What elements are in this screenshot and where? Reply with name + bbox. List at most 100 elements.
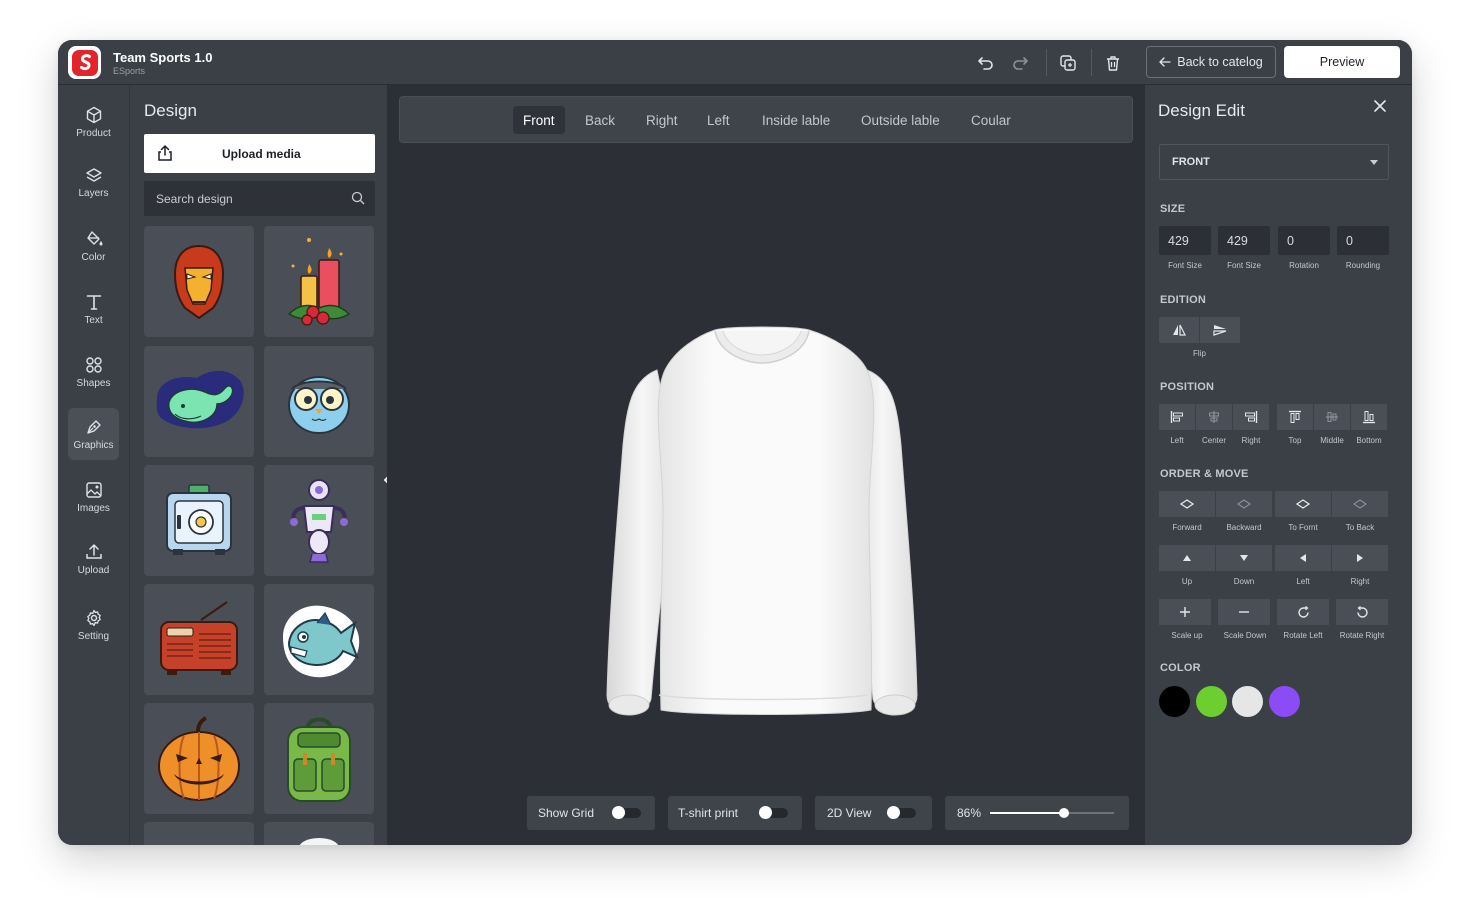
nav-text[interactable]: Text [68,283,119,335]
safe-icon [166,483,232,555]
tshirt-print-control[interactable]: T-shirt print [668,796,802,830]
back-to-catalog-button[interactable]: Back to catelog [1146,46,1276,78]
graphic-piranha-fish[interactable] [264,584,374,695]
rotation-field[interactable]: 0 [1278,226,1330,255]
backpack-icon [287,717,351,802]
nav-setting[interactable]: Setting [68,599,119,651]
graphic-safe[interactable] [144,465,254,576]
scale-up-button[interactable] [1159,599,1211,625]
zoom-slider-handle[interactable] [1059,808,1070,818]
position-caption: Top [1288,436,1302,445]
show-grid-control[interactable]: Show Grid [527,796,655,830]
side-select[interactable]: FRONT [1159,144,1389,180]
search-icon [351,191,365,205]
nav-layers[interactable]: Layers [68,156,119,208]
tab-right[interactable]: Right [636,106,688,134]
graphic-backpack[interactable] [264,703,374,814]
forward-button[interactable] [1159,491,1215,517]
graphic-owl[interactable] [264,346,374,457]
size-caption: Font Size [1168,261,1202,270]
pen-icon [86,419,101,434]
size-field[interactable]: 429 [1218,226,1270,255]
upload-icon [158,144,172,161]
graphic-radio[interactable] [144,584,254,695]
design-panel: Design Upload media Search design [129,85,387,845]
align-right-button[interactable] [1233,404,1269,430]
nav-graphics[interactable]: Graphics [68,408,119,460]
graphic-partial[interactable] [264,822,374,845]
color-swatch-purple[interactable] [1269,686,1300,717]
graphic-whale[interactable] [144,346,254,457]
christmas-candles-icon [287,237,351,326]
graphic-christmas-candles[interactable] [264,226,374,337]
nav-upload[interactable]: Upload [68,533,119,585]
search-design-input[interactable]: Search design [144,181,375,216]
to-back-button[interactable] [1332,491,1388,517]
undo-icon[interactable] [975,52,997,74]
align-bottom-icon [1363,411,1375,424]
position-caption: Center [1201,436,1226,445]
zoom-slider-track[interactable] [990,808,1114,818]
rotate-right-button[interactable] [1336,599,1388,625]
color-swatch-black[interactable] [1159,686,1190,717]
tshirt-print-toggle[interactable] [759,806,788,819]
flip-horizontal-icon [1173,324,1186,336]
toolbar-divider [1091,49,1092,76]
move-up-button[interactable] [1159,545,1215,571]
tab-coular[interactable]: Coular [961,106,1021,134]
nav-label: Text [84,314,103,326]
rounding-field[interactable]: 0 [1337,226,1389,255]
graphic-partial[interactable] [144,822,254,845]
nav-label: Shapes [76,377,111,389]
left-nav: Product Layers Color Text Shapes Graphic… [58,85,129,845]
whale-icon [156,370,244,428]
align-top-button[interactable] [1277,404,1313,430]
2d-view-toggle[interactable] [887,806,916,819]
flip-horizontal-button[interactable] [1159,317,1199,343]
preview-button[interactable]: Preview [1284,46,1400,78]
align-left-button[interactable] [1159,404,1195,430]
show-grid-toggle[interactable] [612,806,641,819]
nav-product[interactable]: Product [68,96,119,148]
upload-media-button[interactable]: Upload media [144,134,375,173]
size-caption: Font Size [1227,261,1261,270]
move-right-button[interactable] [1332,545,1388,571]
zoom-control[interactable]: 86% [945,796,1129,830]
graphic-robot[interactable] [264,465,374,576]
backward-button[interactable] [1216,491,1272,517]
align-right-icon [1245,411,1258,423]
nav-color[interactable]: Color [68,220,119,272]
align-middle-button[interactable] [1314,404,1350,430]
to-front-button[interactable] [1275,491,1331,517]
scale-down-button[interactable] [1218,599,1270,625]
graphic-jack-o-lantern[interactable] [144,703,254,814]
color-swatch-white[interactable] [1232,686,1263,717]
cube-icon [86,106,101,123]
graphic-iron-man-mask[interactable] [144,226,254,337]
2d-view-control[interactable]: 2D View [815,796,932,830]
flip-vertical-button[interactable] [1200,317,1240,343]
owl-icon [288,375,350,434]
zoom-label: 86% [957,806,982,820]
color-swatch-green[interactable] [1196,686,1227,717]
align-center-button[interactable] [1196,404,1232,430]
move-caption: Left [1296,577,1310,586]
trash-icon[interactable] [1102,52,1124,74]
move-left-button[interactable] [1275,545,1331,571]
redo-icon[interactable] [1009,52,1031,74]
duplicate-icon[interactable] [1057,52,1079,74]
align-bottom-button[interactable] [1351,404,1387,430]
nav-images[interactable]: Images [68,471,119,523]
tab-back[interactable]: Back [575,106,625,134]
text-icon [86,294,101,310]
move-down-button[interactable] [1216,545,1272,571]
tab-outside-label[interactable]: Outside lable [851,106,950,134]
rotate-left-button[interactable] [1277,599,1329,625]
2d-view-label: 2D View [827,806,872,820]
tab-left[interactable]: Left [697,106,740,134]
nav-shapes[interactable]: Shapes [68,346,119,398]
close-icon[interactable] [1373,99,1387,113]
size-field[interactable]: 429 [1159,226,1211,255]
tab-inside-label[interactable]: Inside lable [752,106,840,134]
tab-front[interactable]: Front [513,106,565,134]
